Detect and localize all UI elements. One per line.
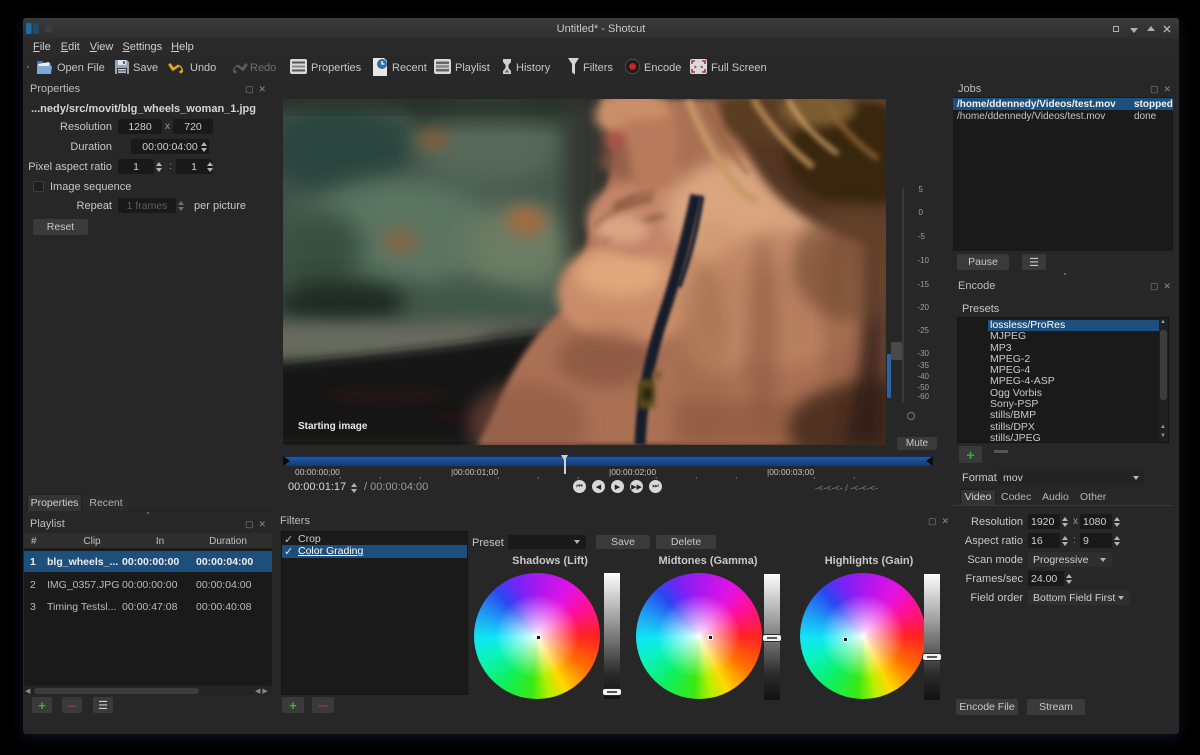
svg-text:Starting image: Starting image [298,421,368,432]
